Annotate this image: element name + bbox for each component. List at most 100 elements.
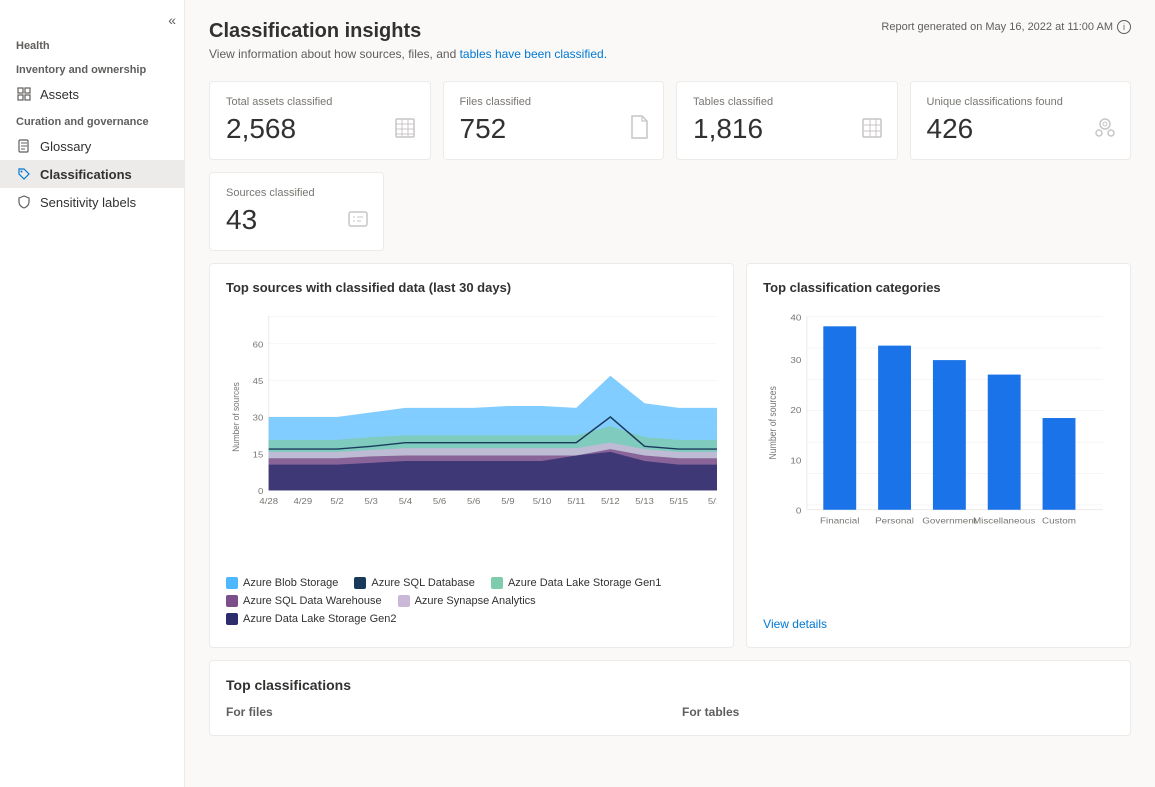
svg-text:4/29: 4/29 xyxy=(294,496,313,505)
charts-row: Top sources with classified data (last 3… xyxy=(209,263,1131,648)
for-tables-label: For tables xyxy=(682,705,1114,719)
grid-icon xyxy=(16,86,32,102)
legend-adls-gen1: Azure Data Lake Storage Gen1 xyxy=(491,577,661,589)
synapse-color xyxy=(398,595,410,607)
svg-text:15: 15 xyxy=(253,450,264,459)
sidebar-item-classifications-label: Classifications xyxy=(40,167,132,182)
legend-sql-db: Azure SQL Database xyxy=(354,577,475,589)
svg-text:0: 0 xyxy=(258,486,263,495)
sql-wh-color xyxy=(226,595,238,607)
svg-text:45: 45 xyxy=(253,376,264,385)
svg-text:Custom: Custom xyxy=(1042,515,1076,524)
svg-text:Financial: Financial xyxy=(820,515,859,524)
legend-sql-warehouse: Azure SQL Data Warehouse xyxy=(226,595,382,607)
sidebar-item-sensitivity-labels[interactable]: Sensitivity labels xyxy=(0,188,184,216)
svg-text:5/4: 5/4 xyxy=(399,496,412,505)
report-date: Report generated on May 16, 2022 at 11:0… xyxy=(881,20,1131,34)
svg-text:20: 20 xyxy=(791,405,802,414)
for-tables-col: For tables xyxy=(682,705,1114,719)
sidebar-item-sensitivity-labels-label: Sensitivity labels xyxy=(40,195,136,210)
kpi-row-1: Total assets classified 2,568 Files clas… xyxy=(209,81,1131,160)
legend-synapse: Azure Synapse Analytics xyxy=(398,595,536,607)
sidebar-section-health: Health xyxy=(0,32,184,56)
top-categories-chart-card: Top classification categories xyxy=(746,263,1131,648)
svg-text:5/13: 5/13 xyxy=(635,496,654,505)
kpi-unique: Unique classifications found 426 xyxy=(910,81,1132,160)
top-categories-title: Top classification categories xyxy=(763,280,1114,295)
bar-financial xyxy=(823,326,856,509)
svg-text:Miscellaneous: Miscellaneous xyxy=(973,515,1036,524)
info-icon[interactable]: i xyxy=(1117,20,1131,34)
page-title: Classification insights xyxy=(209,20,607,43)
for-files-col: For files xyxy=(226,705,658,719)
kpi-tables: Tables classified 1,816 xyxy=(676,81,898,160)
svg-text:60: 60 xyxy=(253,340,264,349)
legend-adls-gen2: Azure Data Lake Storage Gen2 xyxy=(226,613,396,625)
collapse-button[interactable]: « xyxy=(0,8,184,32)
top-sources-chart-card: Top sources with classified data (last 3… xyxy=(209,263,734,648)
sidebar-section-inventory: Inventory and ownership xyxy=(0,56,184,80)
svg-text:5/9: 5/9 xyxy=(501,496,514,505)
top-classifications-card: Top classifications For files For tables xyxy=(209,660,1131,736)
funnel-icon xyxy=(1094,117,1116,145)
sidebar-item-classifications[interactable]: Classifications xyxy=(0,160,184,188)
sidebar-item-glossary-label: Glossary xyxy=(40,139,91,154)
svg-text:Number of sources: Number of sources xyxy=(768,385,779,459)
svg-text:30: 30 xyxy=(253,413,264,422)
source-icon xyxy=(347,208,369,236)
svg-text:4/28: 4/28 xyxy=(259,496,278,505)
kpi-row-2: Sources classified 43 xyxy=(209,172,1131,251)
for-files-label: For files xyxy=(226,705,658,719)
svg-text:Number of sources: Number of sources xyxy=(230,381,241,451)
svg-text:30: 30 xyxy=(791,355,802,364)
bar-chart: 0 10 20 30 40 Number of sources xyxy=(763,307,1114,607)
adls2-color xyxy=(226,613,238,625)
top-sources-chart-title: Top sources with classified data (last 3… xyxy=(226,280,717,295)
kpi-files: Files classified 752 xyxy=(443,81,665,160)
bar-custom xyxy=(1043,418,1076,510)
svg-text:Personal: Personal xyxy=(875,515,914,524)
classifications-columns: For files For tables xyxy=(226,705,1114,719)
svg-text:5/15: 5/15 xyxy=(669,496,688,505)
grid-kpi-icon xyxy=(861,117,883,145)
svg-text:5/3: 5/3 xyxy=(365,496,378,505)
sql-db-color xyxy=(354,577,366,589)
svg-text:40: 40 xyxy=(791,313,802,322)
shield-icon xyxy=(16,194,32,210)
legend-blob: Azure Blob Storage xyxy=(226,577,338,589)
svg-text:5/6: 5/6 xyxy=(467,496,480,505)
top-classifications-title: Top classifications xyxy=(226,677,1114,693)
bar-miscellaneous xyxy=(988,374,1021,509)
svg-text:5/10: 5/10 xyxy=(533,496,552,505)
page-subtitle: View information about how sources, file… xyxy=(209,47,607,61)
area-chart: 0 15 30 45 60 Number of sources xyxy=(226,307,717,567)
area-chart-legend: Azure Blob Storage Azure SQL Database Az… xyxy=(226,577,717,625)
page-header: Classification insights View information… xyxy=(209,20,1131,65)
sidebar-item-assets-label: Assets xyxy=(40,87,79,102)
svg-text:10: 10 xyxy=(791,456,802,465)
tag-icon xyxy=(16,166,32,182)
tables-link[interactable]: tables have been classified. xyxy=(460,47,607,61)
svg-text:0: 0 xyxy=(796,506,801,515)
file-icon xyxy=(629,115,649,145)
kpi-sources: Sources classified 43 xyxy=(209,172,384,251)
table-icon xyxy=(394,117,416,145)
sidebar-item-assets[interactable]: Assets xyxy=(0,80,184,108)
sidebar-item-glossary[interactable]: Glossary xyxy=(0,132,184,160)
bar-personal xyxy=(878,345,911,509)
svg-text:5/2: 5/2 xyxy=(330,496,343,505)
bar-government xyxy=(933,360,966,510)
book-icon xyxy=(16,138,32,154)
svg-text:Government: Government xyxy=(922,515,977,524)
blob-color xyxy=(226,577,238,589)
svg-text:5/12: 5/12 xyxy=(601,496,620,505)
svg-text:5/11: 5/11 xyxy=(567,496,585,505)
main-content: Classification insights View information… xyxy=(185,0,1155,787)
svg-text:5/16: 5/16 xyxy=(708,496,717,505)
sidebar: « Health Inventory and ownership Assets … xyxy=(0,0,185,787)
svg-text:5/6: 5/6 xyxy=(433,496,446,505)
kpi-total-assets: Total assets classified 2,568 xyxy=(209,81,431,160)
view-details-link[interactable]: View details xyxy=(763,617,827,631)
sidebar-section-curation: Curation and governance xyxy=(0,108,184,132)
adls1-color xyxy=(491,577,503,589)
